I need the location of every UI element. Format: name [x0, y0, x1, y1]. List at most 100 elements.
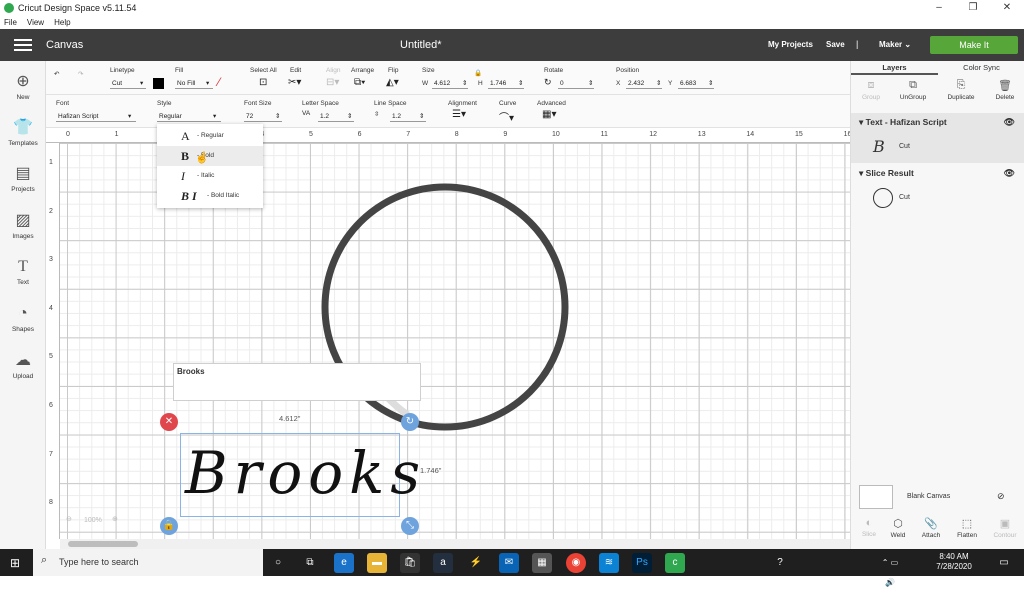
system-clock[interactable]: 8:40 AM 7/28/2020: [934, 552, 974, 572]
app-icon[interactable]: ≋: [599, 553, 619, 573]
app-icon[interactable]: ▦: [532, 553, 552, 573]
blank-canvas-swatch[interactable]: [859, 485, 893, 509]
zoom-out-icon[interactable]: ⊖: [66, 515, 72, 523]
height-label: H: [478, 80, 483, 87]
my-projects-link[interactable]: My Projects: [768, 40, 813, 49]
attach-button[interactable]: 📎 Attach: [911, 517, 951, 539]
store-icon[interactable]: 🛍: [400, 553, 420, 573]
app-icon[interactable]: ⚡: [466, 553, 486, 573]
scissors-icon[interactable]: ✂▾: [288, 77, 301, 88]
position-label: Position: [616, 67, 640, 74]
no-fill-icon[interactable]: ⁄: [218, 75, 220, 89]
delete-button[interactable]: 🗑 Delete: [985, 79, 1024, 101]
curve-icon[interactable]: ⌒▾: [499, 109, 514, 124]
delete-handle-icon[interactable]: ✕: [160, 413, 178, 431]
tab-layers[interactable]: Layers: [851, 61, 938, 75]
style-option-bold-italic[interactable]: B I - Bold Italic: [157, 186, 263, 206]
chrome-icon[interactable]: ◉: [566, 553, 586, 573]
notification-icon[interactable]: ▭: [994, 553, 1014, 573]
y-field[interactable]: 6.683 ⇕: [678, 77, 714, 89]
mail-icon[interactable]: ✉: [499, 553, 519, 573]
advanced-icon[interactable]: ▦▾: [542, 109, 556, 120]
layer-group-slice[interactable]: ▾ Slice Result 👁 Cut: [851, 164, 1024, 214]
edge-icon[interactable]: e: [334, 553, 354, 573]
style-option-bold[interactable]: B- Bold ☝: [157, 146, 263, 166]
collapse-icon[interactable]: ▾: [859, 117, 863, 127]
layer-group-text[interactable]: ▾ Text - Hafizan Script 👁 B Cut: [851, 113, 1024, 163]
scrollbar-thumb[interactable]: [68, 541, 138, 547]
collapse-icon[interactable]: ▾: [859, 168, 863, 178]
menu-view[interactable]: View: [27, 18, 44, 27]
horizontal-scrollbar[interactable]: [60, 539, 850, 549]
blank-canvas-row[interactable]: Blank Canvas ⊘: [859, 485, 1017, 513]
eye-hidden-icon[interactable]: ⊘: [997, 491, 1005, 502]
menu-help[interactable]: Help: [54, 18, 70, 27]
lock-handle-icon[interactable]: 🔒: [160, 517, 178, 535]
task-view-icon[interactable]: ⧉: [300, 553, 320, 573]
style-option-italic[interactable]: I - Italic: [157, 166, 263, 186]
contour-button[interactable]: ▣ Contour: [985, 517, 1024, 539]
new-button[interactable]: ⊕ New: [0, 73, 46, 101]
height-value: 1.746: [490, 80, 507, 87]
close-icon[interactable]: ✕: [990, 0, 1024, 16]
align-icon[interactable]: ⊟▾: [326, 77, 339, 88]
fill-select[interactable]: No Fill ▾: [175, 77, 213, 89]
templates-button[interactable]: 👕 Templates: [0, 119, 46, 147]
shapes-button[interactable]: ◔ Shapes: [0, 305, 46, 333]
system-tray-icons[interactable]: ⌃ ▭ 🔊: [880, 553, 900, 587]
zoom-in-icon[interactable]: ⊕: [112, 515, 118, 523]
maximize-icon[interactable]: ❐: [956, 0, 990, 16]
minimize-icon[interactable]: –: [922, 0, 956, 16]
cricut-icon[interactable]: c: [665, 553, 685, 573]
cortana-icon[interactable]: ○: [268, 553, 288, 573]
resize-handle-icon[interactable]: ⤡: [401, 517, 419, 535]
text-edit-box[interactable]: Brooks: [173, 363, 421, 401]
projects-button[interactable]: ▤ Projects: [0, 165, 46, 193]
flatten-button[interactable]: ⬚ Flatten: [947, 517, 987, 539]
width-field[interactable]: 4.612 ⇕: [432, 77, 468, 89]
photoshop-icon[interactable]: Ps: [632, 553, 652, 573]
hamburger-menu-icon[interactable]: [14, 39, 32, 51]
file-explorer-icon[interactable]: ▬: [367, 553, 387, 573]
linetype-select[interactable]: Cut ▾: [110, 77, 146, 89]
style-option-regular[interactable]: A - Regular: [157, 126, 263, 146]
text-button[interactable]: T Text: [0, 258, 46, 286]
make-it-button[interactable]: Make It: [930, 36, 1018, 54]
selected-text-object[interactable]: Brooks: [180, 433, 420, 517]
linetype-color-swatch[interactable]: [153, 78, 164, 89]
taskbar-search[interactable]: ⌕ Type here to search: [33, 549, 263, 576]
duplicate-button[interactable]: ⎘ Duplicate: [941, 79, 981, 101]
eye-icon[interactable]: 👁: [1004, 164, 1015, 182]
layer-item[interactable]: B Cut: [851, 131, 1024, 163]
align-left-icon[interactable]: ☰▾: [452, 109, 466, 120]
tab-color-sync[interactable]: Color Sync: [938, 61, 1024, 75]
help-icon[interactable]: ?: [770, 553, 790, 573]
windows-start-icon[interactable]: ⊞: [10, 556, 20, 570]
save-button[interactable]: Save: [826, 40, 845, 49]
height-field[interactable]: 1.746 ⇕: [488, 77, 524, 89]
redo-icon[interactable]: ↷: [78, 70, 83, 78]
upload-button[interactable]: ☁ Upload: [0, 352, 46, 380]
letter-space-field[interactable]: 1.2 ⇕: [318, 110, 354, 122]
rotate-handle-icon[interactable]: ↻: [401, 413, 419, 431]
font-select[interactable]: Hafizan Script ▾: [56, 110, 136, 122]
group-button[interactable]: ⧈ Group: [851, 79, 891, 101]
undo-icon[interactable]: ↶: [54, 70, 59, 78]
stepper-icon: ⇕: [518, 80, 524, 87]
amazon-icon[interactable]: a: [433, 553, 453, 573]
x-field[interactable]: 2.432 ⇕: [626, 77, 662, 89]
menu-file[interactable]: File: [4, 18, 17, 27]
eye-icon[interactable]: 👁: [1004, 113, 1015, 131]
ungroup-button[interactable]: ⧉ UnGroup: [893, 79, 933, 101]
style-select[interactable]: Regular ▾: [157, 110, 221, 122]
images-button[interactable]: ▨ Images: [0, 212, 46, 240]
lock-icon[interactable]: 🔒: [474, 69, 482, 77]
flip-icon[interactable]: ◭▾: [386, 77, 399, 88]
arrange-icon[interactable]: ⧉▾: [354, 77, 365, 88]
machine-select[interactable]: Maker ⌄: [879, 40, 911, 49]
rotate-field[interactable]: 0 ⇕: [558, 77, 594, 89]
layer-item[interactable]: Cut: [851, 182, 1024, 214]
select-all-icon[interactable]: ⊡: [259, 77, 267, 88]
font-size-field[interactable]: 72 ⇕: [244, 110, 282, 122]
line-space-field[interactable]: 1.2 ⇕: [390, 110, 426, 122]
